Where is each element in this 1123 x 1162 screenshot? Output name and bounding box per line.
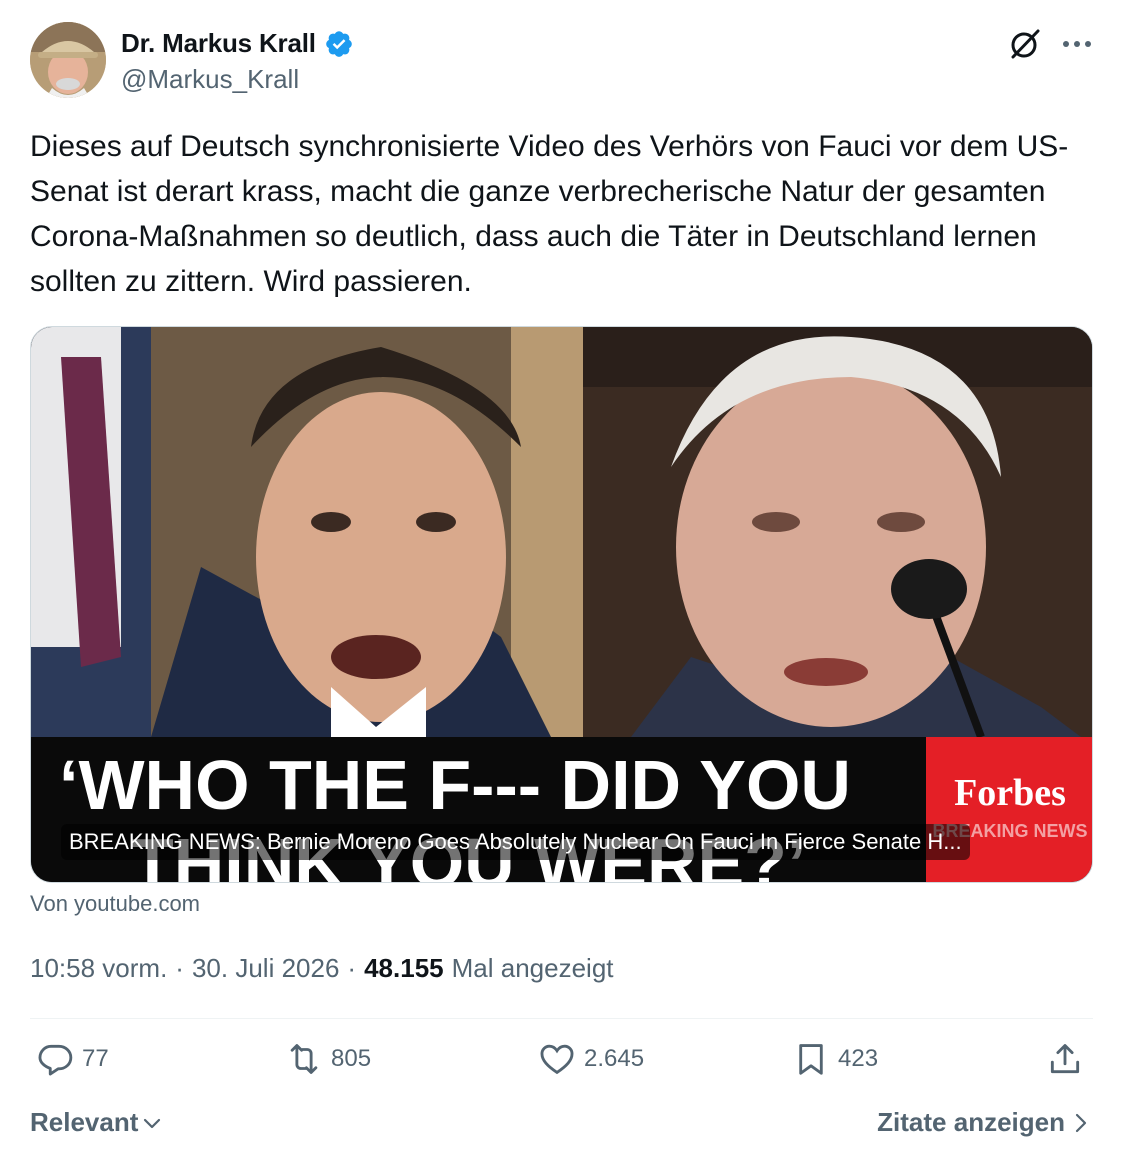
reply-count: 77 — [82, 1045, 109, 1072]
views-label: Mal angezeigt — [451, 953, 614, 983]
verified-badge-icon — [325, 30, 352, 57]
action-bar: 77 805 2.645 423 — [30, 1040, 1093, 1090]
card-title[interactable]: BREAKING NEWS: Bernie Moreno Goes Absolu… — [61, 824, 970, 860]
card-source[interactable]: Von youtube.com — [30, 891, 200, 917]
bookmark-count: 423 — [838, 1045, 879, 1072]
bookmark-icon — [799, 1044, 823, 1075]
sort-dropdown[interactable]: Relevant — [30, 1107, 162, 1138]
tweet-meta: 10:58 vorm. · 30. Juli 2026 · 48.155 Mal… — [30, 953, 614, 984]
repost-count: 805 — [331, 1045, 372, 1072]
tweet-time[interactable]: 10:58 vorm. — [30, 953, 167, 984]
views-count: 48.155 — [364, 953, 444, 983]
chevron-right-icon — [1075, 1113, 1087, 1132]
grok-icon[interactable] — [1007, 26, 1043, 62]
tweet-header: Dr. Markus Krall @Markus_Krall — [30, 22, 1094, 100]
divider — [30, 1018, 1093, 1019]
reply-button[interactable]: 77 — [36, 1040, 109, 1078]
repost-button[interactable]: 805 — [285, 1040, 371, 1078]
view-quotes-link[interactable]: Zitate anzeigen — [877, 1107, 1089, 1138]
avatar[interactable] — [30, 22, 106, 98]
chevron-down-icon — [144, 1118, 161, 1128]
more-icon[interactable] — [1060, 34, 1094, 54]
quotes-label: Zitate anzeigen — [877, 1107, 1065, 1137]
display-name[interactable]: Dr. Markus Krall — [121, 28, 316, 59]
name-row: Dr. Markus Krall — [121, 28, 354, 59]
avatar-image — [30, 22, 106, 98]
headline-line1: ‘WHO THE F--- DID YOU — [59, 746, 851, 824]
handle[interactable]: @Markus_Krall — [121, 64, 299, 95]
sort-label: Relevant — [30, 1107, 139, 1137]
tweet-text: Dieses auf Deutsch synchronisierte Video… — [30, 130, 1069, 298]
repost-icon — [290, 1044, 318, 1074]
link-card[interactable]: ‘WHO THE F--- DID YOU THINK YOU WERE?’ F… — [30, 326, 1093, 883]
like-count: 2.645 — [584, 1045, 645, 1072]
meta-separator: · — [175, 953, 184, 983]
share-icon — [1050, 1044, 1080, 1074]
share-button[interactable] — [1046, 1040, 1084, 1078]
tweet-date[interactable]: 30. Juli 2026 — [192, 953, 339, 984]
like-button[interactable]: 2.645 — [538, 1040, 644, 1078]
forbes-logo: Forbes — [954, 772, 1066, 814]
video-thumbnail: ‘WHO THE F--- DID YOU THINK YOU WERE?’ F… — [31, 327, 1092, 882]
reply-icon — [38, 1044, 73, 1076]
bookmark-button[interactable]: 423 — [792, 1040, 878, 1078]
meta-separator: · — [347, 953, 357, 983]
heart-icon — [540, 1044, 574, 1075]
